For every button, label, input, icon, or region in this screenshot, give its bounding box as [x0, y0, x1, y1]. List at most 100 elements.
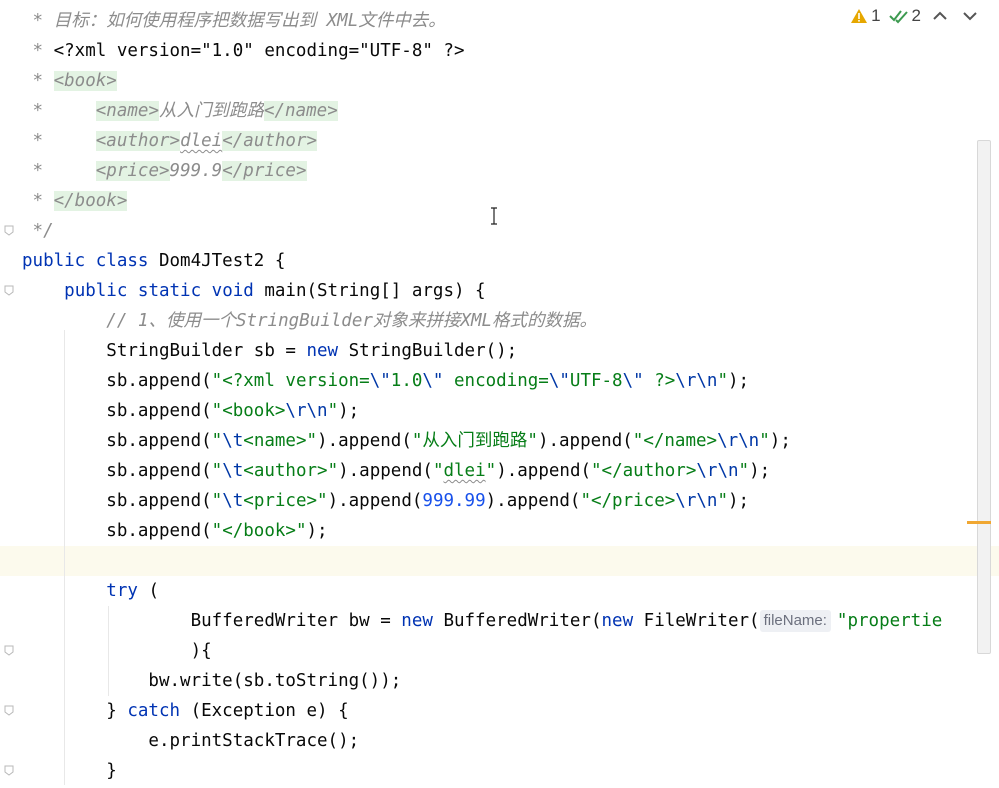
code-token: ?>	[643, 371, 676, 391]
code-token: );	[749, 461, 771, 481]
code-token: *	[22, 191, 54, 211]
code-token: "	[211, 431, 223, 451]
code-token: ).append(	[317, 431, 412, 451]
code-line[interactable]: * <price>999.9</price>	[22, 156, 969, 186]
code-token: 999.99	[422, 491, 486, 511]
code-token: \"	[369, 371, 391, 391]
code-token: \r\n	[696, 461, 739, 481]
code-token: "<book>	[211, 401, 286, 421]
text-cursor-icon	[491, 207, 497, 225]
code-token: "从入门到跑路"	[411, 431, 538, 451]
code-token: *	[22, 131, 96, 151]
warnings-indicator[interactable]: 1	[850, 6, 881, 26]
code-token: <book>	[53, 71, 117, 91]
code-token: </price>	[222, 161, 307, 181]
code-line[interactable]: e.printStackTrace();	[22, 726, 969, 756]
code-line[interactable]: sb.append("\t<author>").append("dlei").a…	[22, 456, 969, 486]
code-token: ).append(	[496, 461, 592, 481]
code-line[interactable]: public static void main(String[] args) {	[4, 276, 969, 306]
code-token: \r\n	[675, 371, 718, 391]
code-token: main(String[] args) {	[264, 281, 486, 301]
code-line[interactable]: * <author>dlei</author>	[22, 126, 969, 156]
code-token: \"	[422, 371, 444, 391]
inspection-widget[interactable]: 1 2	[850, 4, 981, 28]
code-token: new	[306, 341, 349, 361]
code-token: </book>	[53, 191, 128, 211]
code-token: *	[22, 41, 54, 61]
code-token: <author>	[95, 131, 181, 151]
code-token: );	[306, 521, 328, 541]
code-token: "propertie	[836, 611, 943, 631]
code-token: ){	[22, 641, 212, 661]
code-line[interactable]: // 1、使用一个StringBuilder对象来拼接XML格式的数据。	[22, 306, 969, 336]
code-token: Dom4JTest2 {	[158, 251, 286, 271]
code-token: \r\n	[717, 431, 760, 451]
indent-guide	[64, 330, 65, 785]
code-token: dlei	[180, 131, 223, 151]
code-line[interactable]: StringBuilder sb = new StringBuilder();	[22, 336, 969, 366]
chevron-down-icon	[963, 12, 977, 21]
editor-gutter[interactable]	[0, 0, 22, 788]
code-token: "	[211, 461, 223, 481]
code-line[interactable]: try (	[22, 576, 969, 606]
code-token: <author>"	[243, 461, 339, 481]
code-line[interactable]: sb.append("</book>");	[22, 516, 969, 546]
code-editor[interactable]: * 目标：如何使用程序把数据写出到 XML文件中去。 * <?xml versi…	[0, 6, 999, 786]
code-line[interactable]: }	[4, 756, 969, 786]
code-line[interactable]: * <book>	[22, 66, 969, 96]
code-token: sb.append(	[22, 431, 212, 451]
code-line[interactable]: bw.write(sb.toString());	[22, 666, 969, 696]
code-token: (	[148, 581, 159, 601]
code-token: "</book>"	[211, 521, 307, 541]
code-token: sb.append(	[22, 371, 212, 391]
code-token: try	[106, 581, 149, 601]
fold-marker-icon[interactable]	[4, 645, 14, 656]
next-highlight-button[interactable]	[959, 8, 981, 24]
code-line[interactable]: ){	[4, 636, 969, 666]
code-token: \"	[548, 371, 570, 391]
code-line[interactable]: BufferedWriter bw = new BufferedWriter(n…	[22, 606, 969, 636]
code-token: FileWriter(	[643, 611, 760, 631]
code-token: sb.append(	[22, 401, 212, 421]
code-token: "</price>	[580, 491, 676, 511]
code-token: dlei	[443, 461, 486, 481]
previous-highlight-button[interactable]	[929, 8, 951, 24]
error-stripe-marker[interactable]	[967, 521, 991, 524]
code-line[interactable]: * <?xml version="1.0" encoding="UTF-8" ?…	[22, 36, 969, 66]
code-token: );	[727, 491, 750, 511]
code-token: \t	[222, 431, 244, 451]
fold-marker-icon[interactable]	[4, 225, 14, 236]
code-token: "	[717, 491, 728, 511]
code-token: BufferedWriter(	[443, 611, 602, 631]
code-token: ).append(	[537, 431, 633, 451]
code-token: "	[327, 401, 339, 421]
weak-warnings-indicator[interactable]: 2	[888, 6, 921, 26]
code-token: "	[485, 461, 497, 481]
code-line[interactable]: sb.append("\t<price>").append(999.99).ap…	[22, 486, 969, 516]
code-token: *	[22, 71, 54, 91]
code-token: encoding=	[443, 371, 549, 391]
fold-marker-icon[interactable]	[4, 765, 14, 776]
code-token: */	[22, 221, 54, 241]
code-token: sb.append(	[22, 461, 212, 481]
code-token: \r\n	[675, 491, 718, 511]
fold-marker-icon[interactable]	[4, 285, 14, 296]
code-token: ).append(	[327, 491, 423, 511]
code-token: "</author>	[591, 461, 697, 481]
code-token: // 1、使用一个StringBuilder对象来拼接XML格式的数据。	[106, 311, 598, 331]
fold-marker-icon[interactable]	[4, 705, 14, 716]
code-token: (Exception e) {	[190, 701, 349, 721]
code-line[interactable]: sb.append("\t<name>").append("从入门到跑路").a…	[22, 426, 969, 456]
code-token: </name>	[263, 101, 338, 121]
vertical-scrollbar[interactable]	[977, 140, 991, 654]
code-line[interactable]: } catch (Exception e) {	[4, 696, 969, 726]
code-line[interactable]: sb.append("<?xml version=\"1.0\" encodin…	[22, 366, 969, 396]
code-line[interactable]: * <name>从入门到跑路</name>	[22, 96, 969, 126]
code-token: StringBuilder();	[348, 341, 518, 361]
code-line[interactable]: sb.append("<book>\r\n");	[22, 396, 969, 426]
current-line[interactable]	[0, 546, 999, 576]
code-token: }	[22, 701, 128, 721]
code-line[interactable]: public class Dom4JTest2 {	[22, 246, 969, 276]
code-line[interactable]: * 目标：如何使用程序把数据写出到 XML文件中去。	[22, 6, 969, 36]
code-token: public static void	[64, 281, 265, 301]
